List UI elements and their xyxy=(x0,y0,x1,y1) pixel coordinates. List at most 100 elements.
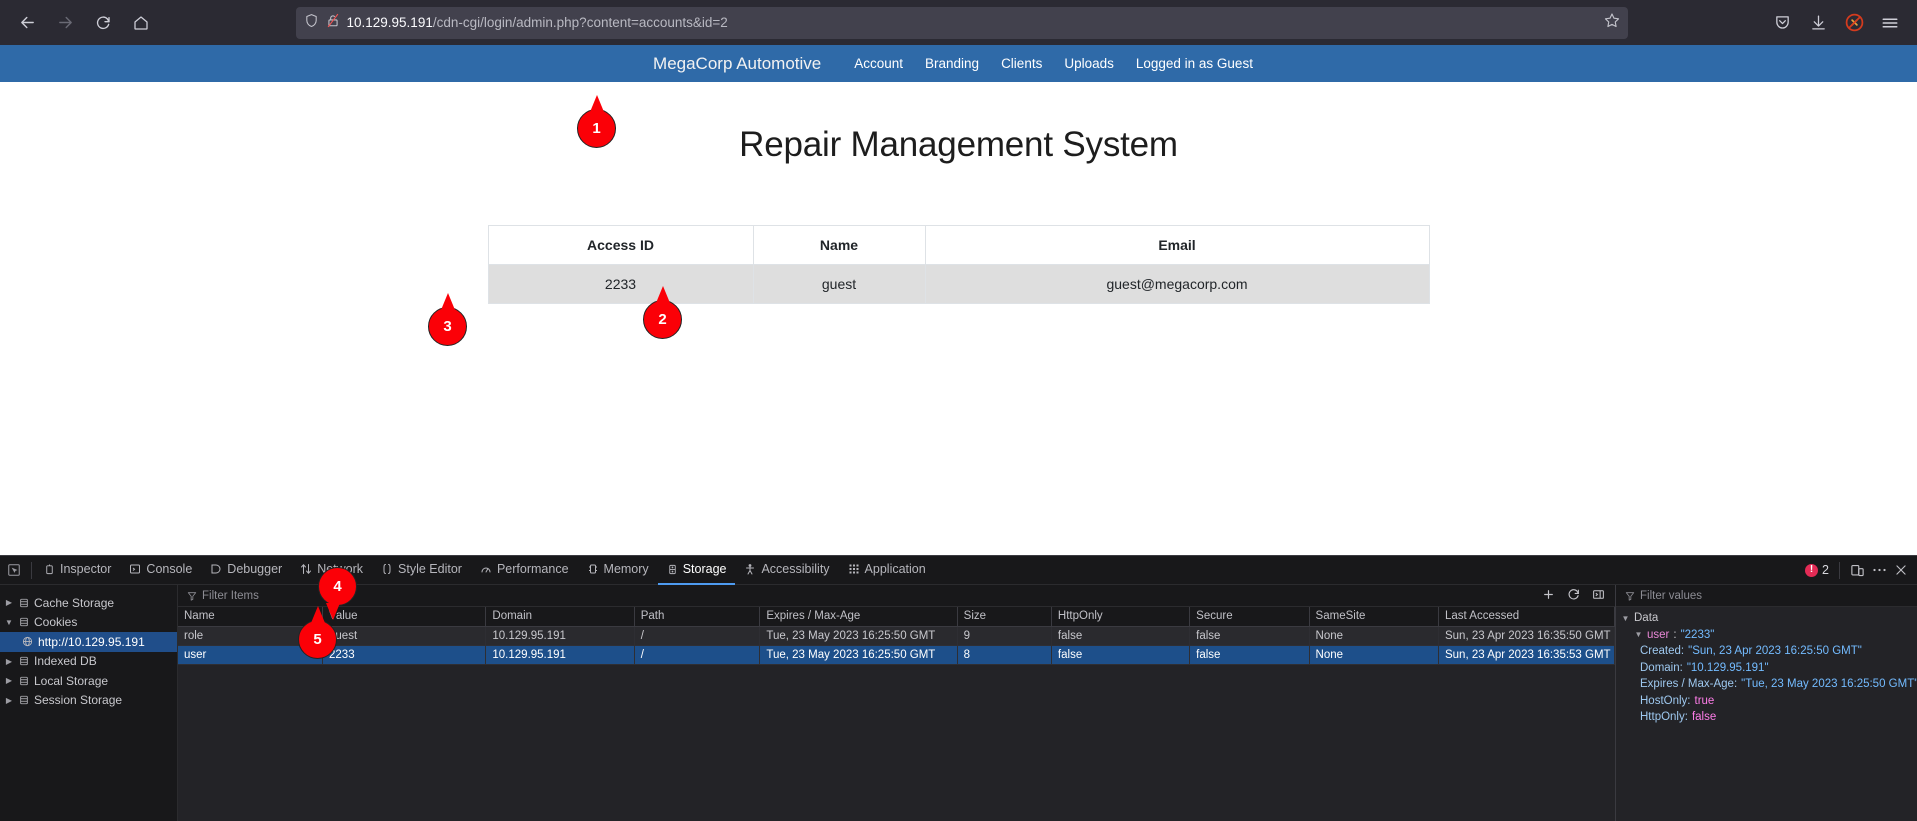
cookie-cell-samesite: None xyxy=(1309,626,1438,645)
cookie-row-user[interactable]: user 2233 10.129.95.191 / Tue, 23 May 20… xyxy=(178,645,1615,664)
cookie-table-header-row: Name Value Domain Path Expires / Max-Age… xyxy=(178,607,1615,626)
storage-tree-item-session-storage[interactable]: ▶ Session Storage xyxy=(0,691,177,711)
column-header-access-id: Access ID xyxy=(488,226,753,265)
tab-memory[interactable]: Memory xyxy=(578,556,658,585)
page-title: Repair Management System xyxy=(0,82,1917,165)
forward-arrow-icon[interactable] xyxy=(48,6,82,40)
tab-inspector[interactable]: Inspector xyxy=(35,556,120,585)
performance-icon xyxy=(480,563,492,575)
console-icon xyxy=(129,563,141,575)
cookie-cell-path: / xyxy=(634,626,760,645)
plus-icon[interactable] xyxy=(1542,588,1555,604)
storage-tree-label: Cache Storage xyxy=(34,596,114,610)
chevron-down-icon[interactable]: ▼ xyxy=(1621,614,1630,623)
chevron-right-icon[interactable]: ▶ xyxy=(4,656,14,666)
devtools-toolbar: Inspector Console Debugger Network Style… xyxy=(0,556,1917,585)
cookie-col-secure[interactable]: Secure xyxy=(1190,607,1309,626)
storage-icon xyxy=(667,563,678,576)
more-options-icon[interactable] xyxy=(1872,567,1887,573)
blocked-extension-icon[interactable] xyxy=(1837,6,1871,40)
tab-performance[interactable]: Performance xyxy=(471,556,578,585)
nav-link-clients[interactable]: Clients xyxy=(990,56,1053,71)
marker-label: 1 xyxy=(592,120,600,137)
cookie-col-last-accessed[interactable]: Last Accessed xyxy=(1438,607,1614,626)
data-prop-value: "Sun, 23 Apr 2023 16:25:50 GMT" xyxy=(1688,645,1862,657)
refresh-icon[interactable] xyxy=(1567,588,1580,604)
cookie-col-httponly[interactable]: HttpOnly xyxy=(1051,607,1189,626)
pocket-icon[interactable] xyxy=(1765,6,1799,40)
data-root-row[interactable]: ▼ Data xyxy=(1616,610,1917,627)
memory-icon xyxy=(587,563,599,575)
tab-debugger[interactable]: Debugger xyxy=(201,556,291,585)
cookie-col-path[interactable]: Path xyxy=(634,607,760,626)
database-icon xyxy=(19,675,29,687)
storage-tree-item-host[interactable]: http://10.129.95.191 xyxy=(0,632,177,652)
chevron-right-icon[interactable]: ▶ xyxy=(4,598,14,608)
data-prop-key: HttpOnly: xyxy=(1640,711,1688,723)
reload-icon[interactable] xyxy=(86,6,120,40)
hamburger-menu-icon[interactable] xyxy=(1873,6,1907,40)
cookie-row-role[interactable]: role guest 10.129.95.191 / Tue, 23 May 2… xyxy=(178,626,1615,645)
data-prop-value: true xyxy=(1695,695,1715,707)
data-colon: : xyxy=(1673,629,1676,641)
tab-storage[interactable]: Storage xyxy=(658,556,736,585)
chevron-down-icon[interactable]: ▼ xyxy=(4,617,14,627)
storage-tree-item-cache-storage[interactable]: ▶ Cache Storage xyxy=(0,593,177,613)
marker-label: 4 xyxy=(333,578,341,595)
cookie-table-empty-area xyxy=(178,665,1615,821)
address-bar[interactable]: 10.129.95.191/cdn-cgi/login/admin.php?co… xyxy=(296,7,1628,39)
storage-tree-label: Cookies xyxy=(34,615,77,629)
tab-style-editor[interactable]: Style Editor xyxy=(372,556,471,585)
marker-label: 5 xyxy=(313,631,321,648)
devtools-panel: Inspector Console Debugger Network Style… xyxy=(0,555,1917,820)
broken-lock-icon[interactable] xyxy=(326,13,340,33)
cookie-col-size[interactable]: Size xyxy=(957,607,1051,626)
inspector-icon xyxy=(44,563,55,576)
storage-tree-label: Local Storage xyxy=(34,674,108,688)
cookie-col-value[interactable]: Value xyxy=(323,607,486,626)
marker-tail xyxy=(590,95,604,112)
tab-application[interactable]: Application xyxy=(839,556,935,585)
filter-values-input[interactable]: Filter values xyxy=(1640,590,1702,602)
shield-icon[interactable] xyxy=(304,13,319,33)
tab-accessibility[interactable]: Accessibility xyxy=(735,556,838,585)
nav-link-uploads[interactable]: Uploads xyxy=(1053,56,1125,71)
urlbar-container: 10.129.95.191/cdn-cgi/login/admin.php?co… xyxy=(162,7,1761,39)
table-header-row: Access ID Name Email xyxy=(488,226,1429,265)
data-prop-key: Expires / Max-Age: xyxy=(1640,678,1737,690)
nav-link-branding[interactable]: Branding xyxy=(914,56,990,71)
cookie-cell-domain: 10.129.95.191 xyxy=(486,626,634,645)
close-icon[interactable] xyxy=(1894,563,1908,577)
cookie-col-expires[interactable]: Expires / Max-Age xyxy=(760,607,957,626)
downloads-icon[interactable] xyxy=(1801,6,1835,40)
cookie-col-domain[interactable]: Domain xyxy=(486,607,634,626)
data-cookie-row[interactable]: ▼ user: "2233" xyxy=(1616,627,1917,644)
cookie-col-samesite[interactable]: SameSite xyxy=(1309,607,1438,626)
cookie-cell-expires: Tue, 23 May 2023 16:25:50 GMT xyxy=(760,645,957,664)
nav-link-logged-in-as-guest[interactable]: Logged in as Guest xyxy=(1125,56,1264,71)
chevron-down-icon[interactable]: ▼ xyxy=(1634,630,1643,639)
cookie-col-name[interactable]: Name xyxy=(178,607,323,626)
chevron-right-icon[interactable]: ▶ xyxy=(4,695,14,705)
storage-tree-item-indexed-db[interactable]: ▶ Indexed DB xyxy=(0,652,177,672)
error-count-badge[interactable]: ! 2 xyxy=(1805,563,1829,577)
accessibility-icon xyxy=(744,563,756,576)
responsive-design-mode-icon[interactable] xyxy=(1850,563,1865,578)
storage-tree-item-cookies[interactable]: ▼ Cookies xyxy=(0,613,177,633)
star-icon[interactable] xyxy=(1604,12,1620,33)
element-picker-icon[interactable] xyxy=(0,556,28,585)
data-prop-expires: Expires / Max-Age: "Tue, 23 May 2023 16:… xyxy=(1616,676,1917,693)
chevron-right-icon[interactable]: ▶ xyxy=(4,676,14,686)
toggle-sidebar-icon[interactable] xyxy=(1592,588,1605,604)
back-arrow-icon[interactable] xyxy=(10,6,44,40)
home-icon[interactable] xyxy=(124,6,158,40)
marker-tail xyxy=(326,603,340,620)
nav-link-account[interactable]: Account xyxy=(843,56,914,71)
marker-tail xyxy=(311,606,325,623)
filter-items-input[interactable]: Filter Items xyxy=(202,590,259,602)
storage-tree-item-local-storage[interactable]: ▶ Local Storage xyxy=(0,671,177,691)
cookie-table-panel: Filter Items Name Value xyxy=(178,585,1615,821)
tab-console[interactable]: Console xyxy=(120,556,201,585)
storage-tree-label: http://10.129.95.191 xyxy=(38,635,145,649)
site-brand[interactable]: MegaCorp Automotive xyxy=(653,54,821,74)
